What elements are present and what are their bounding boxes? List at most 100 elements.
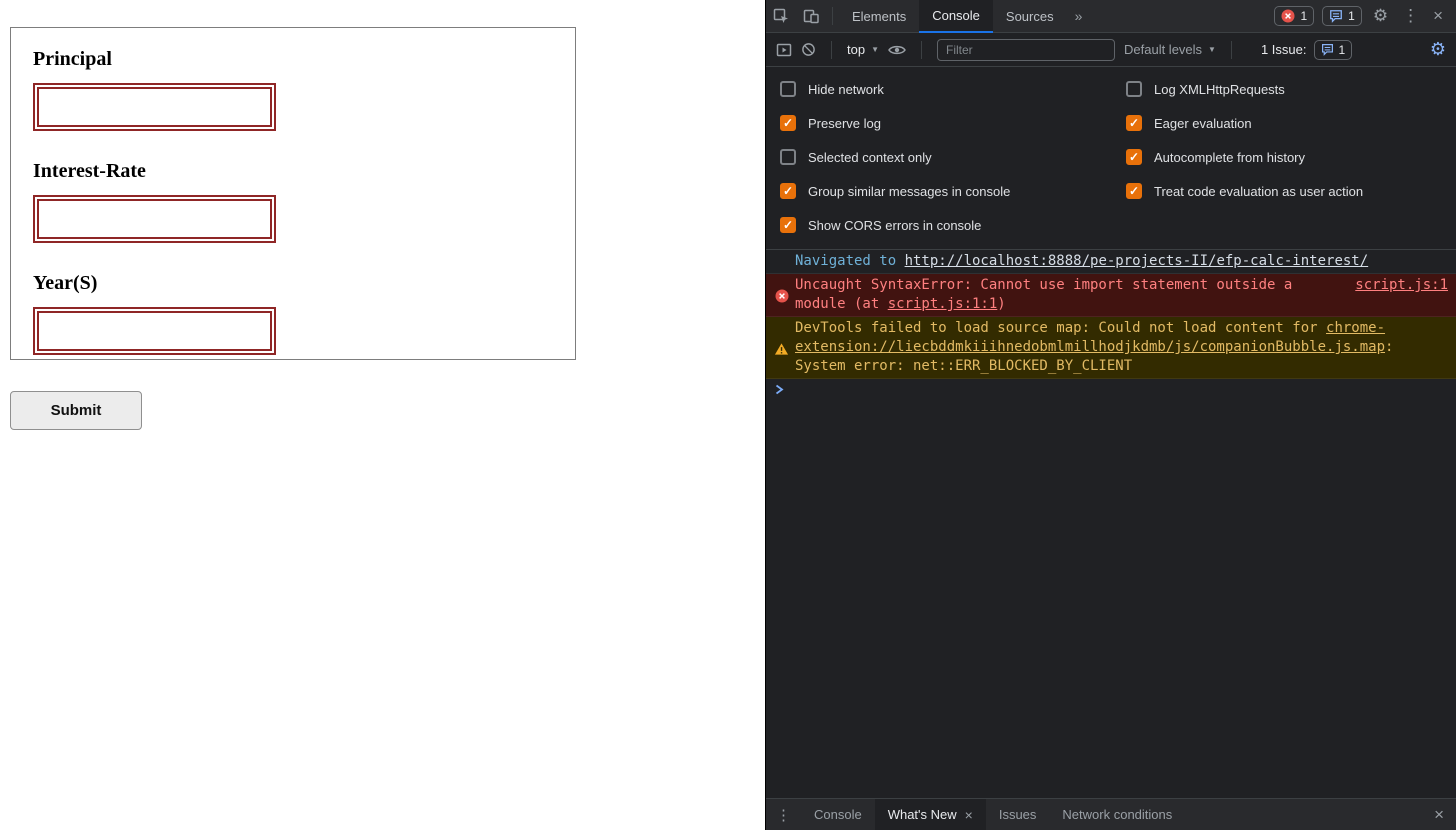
clear-console-icon[interactable] — [801, 42, 816, 57]
error-circle-icon — [774, 278, 789, 314]
checkbox-autocomplete-history[interactable]: Autocomplete from history — [1126, 140, 1363, 174]
error-script-link[interactable]: script.js:1:1 — [888, 296, 998, 312]
warning-triangle-icon — [774, 321, 789, 376]
checkbox-icon[interactable] — [780, 183, 796, 199]
checkbox-group-similar[interactable]: Group similar messages in console — [780, 174, 1126, 208]
issues-summary[interactable]: 1 Issue: 1 — [1260, 39, 1353, 60]
checkbox-icon[interactable] — [1126, 115, 1142, 131]
device-toolbar-icon[interactable] — [796, 0, 826, 33]
error-text: Uncaught SyntaxError: Cannot use import … — [795, 277, 1293, 312]
close-drawer-icon[interactable]: × — [1422, 805, 1456, 825]
years-label: Year(S) — [33, 272, 98, 294]
checkbox-icon[interactable] — [780, 115, 796, 131]
checkbox-hide-network[interactable]: Hide network — [780, 72, 1126, 106]
navigated-text: Navigated to — [795, 253, 905, 269]
error-circle-icon — [1281, 9, 1295, 23]
checkbox-log-xmlhttprequests[interactable]: Log XMLHttpRequests — [1126, 72, 1363, 106]
console-prompt[interactable] — [766, 379, 1456, 399]
issue-bubble-icon — [1321, 43, 1334, 56]
checkbox-icon[interactable] — [1126, 183, 1142, 199]
error-text-end: ) — [997, 296, 1006, 312]
checkbox-icon[interactable] — [780, 217, 796, 233]
tab-sources[interactable]: Sources — [993, 0, 1067, 33]
tab-console[interactable]: Console — [919, 0, 993, 33]
checkbox-icon[interactable] — [1126, 149, 1142, 165]
close-tab-icon[interactable]: × — [965, 799, 973, 830]
settings-gear-icon[interactable]: ⚙ — [1370, 6, 1391, 26]
close-devtools-icon[interactable]: × — [1430, 6, 1446, 26]
error-count-badge[interactable]: 1 — [1274, 6, 1315, 26]
warning-text: DevTools failed to load source map: Coul… — [795, 320, 1327, 336]
checkbox-treat-code-eval[interactable]: Treat code evaluation as user action — [1126, 174, 1363, 208]
devtools-panel: Elements Console Sources » 1 1 ⚙ ⋮ × top… — [765, 0, 1456, 830]
filter-input[interactable] — [937, 38, 1115, 61]
console-settings-gear-icon[interactable]: ⚙ — [1430, 39, 1446, 60]
years-input[interactable] — [33, 307, 276, 355]
separator — [921, 40, 922, 59]
prompt-chevron-icon — [775, 384, 784, 395]
chevron-down-icon: ▼ — [1208, 45, 1216, 54]
kebab-menu-icon[interactable]: ⋮ — [1399, 6, 1422, 26]
context-selector[interactable]: top ▼ — [847, 42, 879, 57]
checkbox-label: Group similar messages in console — [808, 183, 1011, 199]
more-tabs-icon[interactable]: » — [1067, 8, 1091, 24]
principal-label: Principal — [33, 48, 112, 70]
checkbox-label: Eager evaluation — [1154, 115, 1252, 131]
drawer-tab-issues[interactable]: Issues — [986, 799, 1050, 830]
checkbox-icon[interactable] — [1126, 81, 1142, 97]
drawer-tab-console[interactable]: Console — [801, 799, 875, 830]
separator — [831, 40, 832, 59]
issues-count: 1 — [1338, 42, 1346, 57]
separator — [832, 7, 833, 25]
browser-viewport: Principal Interest-Rate Year(S) Submit — [0, 0, 765, 830]
checkbox-show-cors-errors[interactable]: Show CORS errors in console — [780, 208, 1126, 242]
navigated-url-link[interactable]: http://localhost:8888/pe-projects-II/efp… — [905, 253, 1369, 269]
message-count-badge[interactable]: 1 — [1322, 6, 1362, 26]
error-count: 1 — [1300, 9, 1308, 23]
chevron-down-icon: ▼ — [871, 45, 879, 54]
interest-rate-label: Interest-Rate — [33, 160, 146, 182]
inspect-element-icon[interactable] — [766, 0, 796, 33]
checkbox-label: Log XMLHttpRequests — [1154, 81, 1285, 97]
settings-column-left: Hide network Preserve log Selected conte… — [780, 72, 1126, 242]
checkbox-preserve-log[interactable]: Preserve log — [780, 106, 1126, 140]
devtools-top-right: 1 1 ⚙ ⋮ × — [1274, 6, 1456, 26]
checkbox-icon[interactable] — [780, 81, 796, 97]
console-sidebar-icon[interactable] — [776, 42, 792, 58]
issues-label: 1 Issue: — [1260, 42, 1307, 57]
checkbox-icon[interactable] — [780, 149, 796, 165]
separator — [1230, 40, 1232, 59]
drawer-tab-network-conditions[interactable]: Network conditions — [1049, 799, 1185, 830]
tab-elements[interactable]: Elements — [839, 0, 919, 33]
console-output: Navigated to http://localhost:8888/pe-pr… — [766, 250, 1456, 798]
live-expression-eye-icon[interactable] — [888, 43, 906, 57]
checkbox-label: Selected context only — [808, 149, 932, 165]
drawer-tab-whats-new[interactable]: What's New × — [874, 798, 986, 830]
field-group-years: Year(S) — [33, 272, 553, 355]
issues-count-badge[interactable]: 1 — [1313, 39, 1353, 60]
error-source-link[interactable]: script.js:1 — [1355, 276, 1448, 295]
console-message-warning: DevTools failed to load source map: Coul… — [766, 317, 1456, 379]
submit-button[interactable]: Submit — [10, 391, 142, 430]
field-group-principal: Principal — [33, 48, 553, 131]
principal-input[interactable] — [33, 83, 276, 131]
console-toolbar: top ▼ Default levels ▼ 1 Issue: — [766, 33, 1456, 67]
log-levels-selector[interactable]: Default levels ▼ — [1124, 42, 1216, 57]
levels-value: Default levels — [1124, 42, 1203, 57]
checkbox-label: Preserve log — [808, 115, 881, 131]
checkbox-label: Treat code evaluation as user action — [1154, 183, 1364, 199]
checkbox-label: Autocomplete from history — [1154, 149, 1306, 165]
console-message-error: script.js:1 Uncaught SyntaxError: Cannot … — [766, 274, 1456, 317]
context-value: top — [847, 42, 866, 57]
checkbox-eager-evaluation[interactable]: Eager evaluation — [1126, 106, 1363, 140]
interest-rate-input[interactable] — [33, 195, 276, 243]
drawer-kebab-icon[interactable]: ⋮ — [766, 806, 801, 824]
message-bubble-icon — [1329, 9, 1343, 23]
message-count: 1 — [1348, 9, 1355, 23]
screen: Principal Interest-Rate Year(S) Submit E… — [0, 0, 1456, 830]
devtools-tab-bar: Elements Console Sources » 1 1 ⚙ ⋮ × — [766, 0, 1456, 33]
checkbox-label: Show CORS errors in console — [808, 217, 982, 233]
checkbox-selected-context-only[interactable]: Selected context only — [780, 140, 1126, 174]
drawer-tab-label: What's New — [887, 806, 957, 822]
form-container: Principal Interest-Rate Year(S) — [10, 27, 576, 360]
